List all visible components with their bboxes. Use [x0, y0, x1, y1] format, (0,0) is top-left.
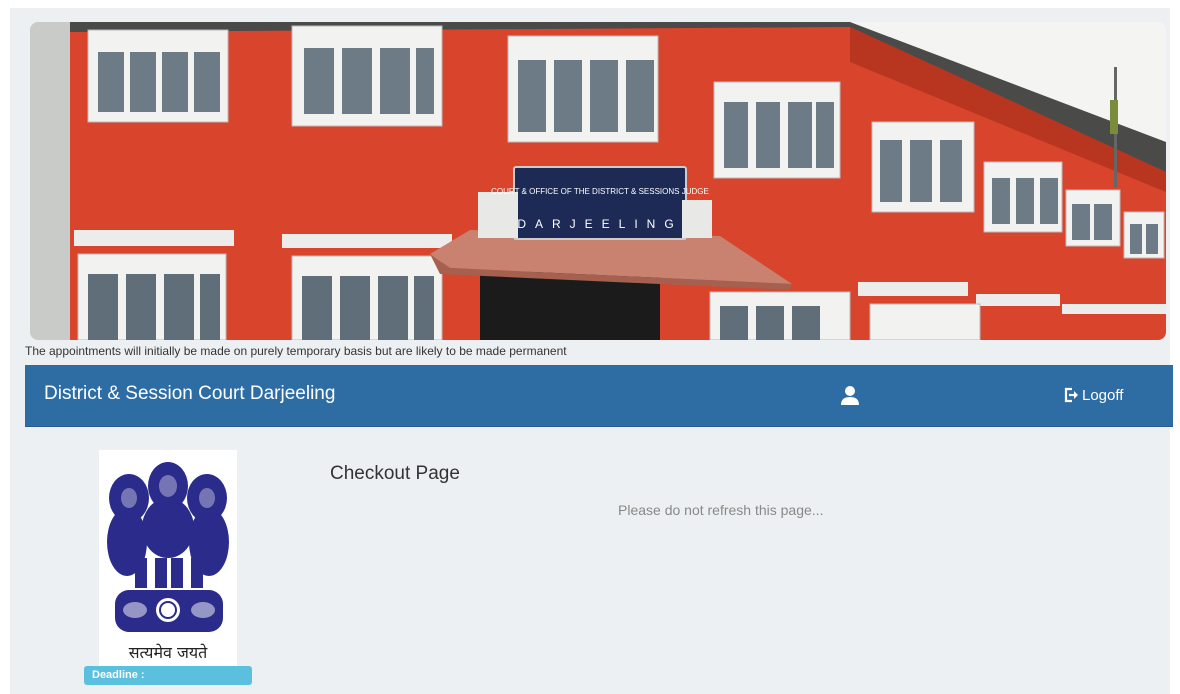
- national-emblem: सत्यमेव जयते: [99, 450, 237, 672]
- court-building-image: COURT & OFFICE OF THE DISTRICT & SESSION…: [30, 22, 1166, 340]
- logoff-button[interactable]: Logoff: [1063, 384, 1123, 406]
- recruitment-notice: The appointments will initially be made …: [25, 344, 567, 358]
- sign-text-line2: DARJEELING: [517, 217, 682, 231]
- page-title: Checkout Page: [330, 463, 460, 484]
- logout-icon: [1064, 387, 1078, 403]
- user-icon: [841, 386, 859, 405]
- sign-text-line1: COURT & OFFICE OF THE DISTRICT & SESSION…: [491, 187, 709, 196]
- logoff-label: Logoff: [1082, 386, 1124, 404]
- navbar-brand[interactable]: District & Session Court Darjeeling: [44, 383, 335, 405]
- court-building-banner: COURT & OFFICE OF THE DISTRICT & SESSION…: [30, 22, 1166, 340]
- user-profile-button[interactable]: [838, 385, 862, 407]
- deadline-badge: Deadline :: [84, 666, 252, 685]
- emblem-motto: सत्यमेव जयते: [129, 643, 208, 662]
- top-navbar: District & Session Court Darjeeling Logo…: [25, 365, 1173, 427]
- refresh-warning-message: Please do not refresh this page...: [618, 502, 824, 518]
- page-container: COURT & OFFICE OF THE DISTRICT & SESSION…: [10, 8, 1173, 694]
- lion-capital-emblem-icon: सत्यमेव जयते: [107, 462, 229, 662]
